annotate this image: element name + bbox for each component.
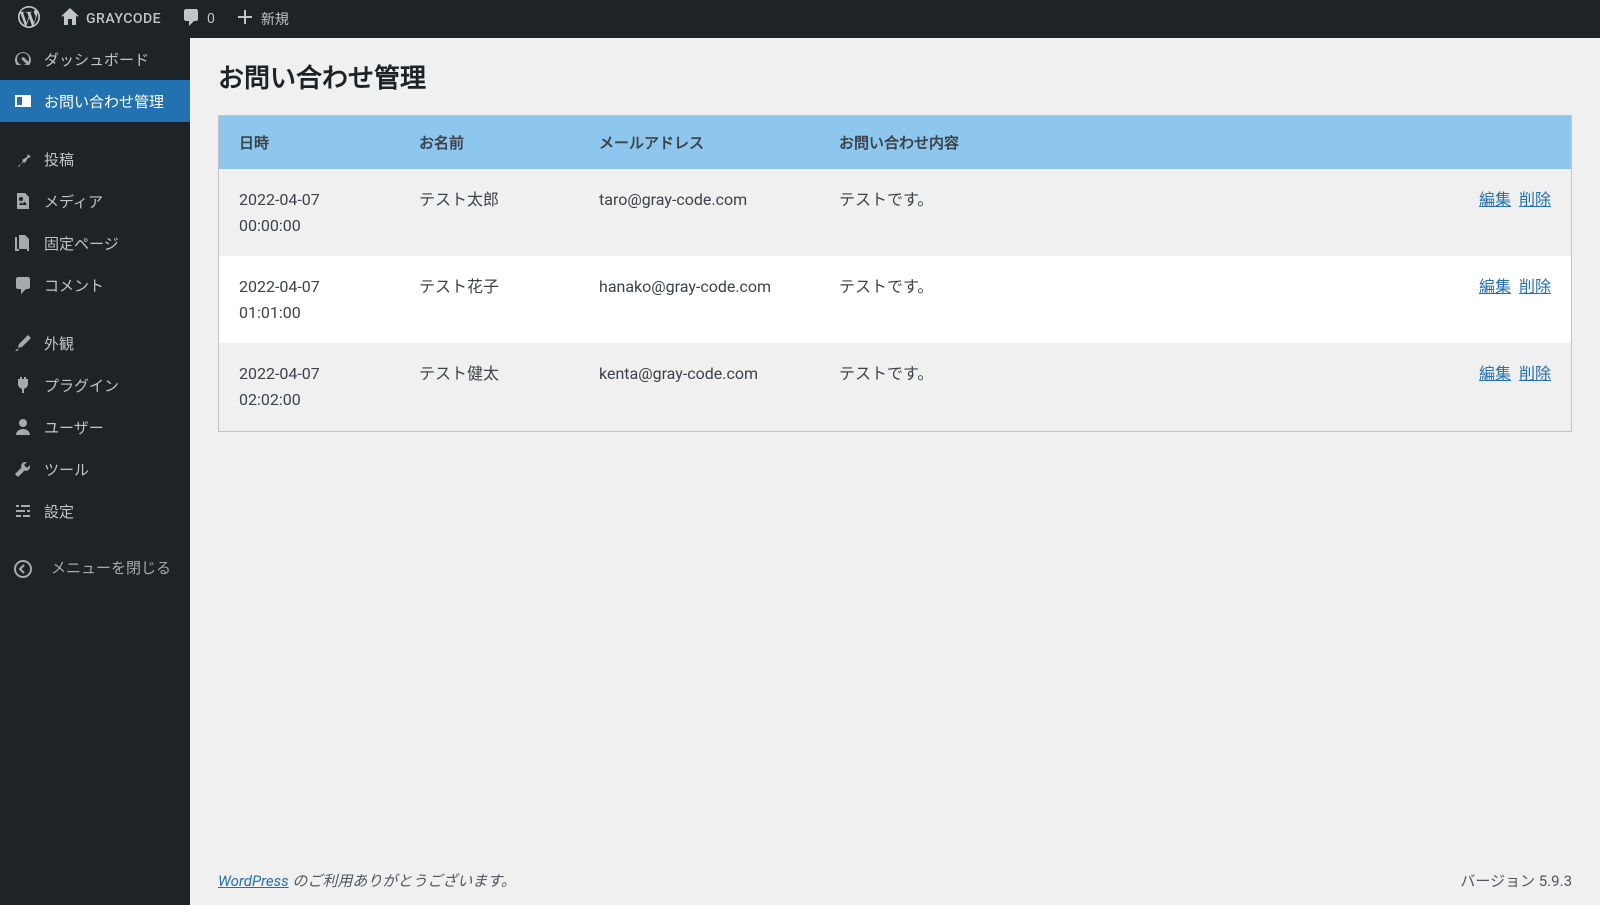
id-card-icon <box>12 90 34 112</box>
sidebar-item-label: メニューを閉じる <box>44 559 178 579</box>
plug-icon <box>12 374 34 396</box>
sliders-icon <box>12 500 34 522</box>
cell-name: テスト健太 <box>399 343 579 430</box>
cell-actions: 編集削除 <box>1411 343 1571 430</box>
comment-count: 0 <box>207 11 215 27</box>
sidebar-item-label: お問い合わせ管理 <box>44 91 164 112</box>
sidebar-item-label: 外観 <box>44 333 74 354</box>
admin-bar: GRAYCODE 0 新規 <box>0 0 1600 38</box>
wp-logo-menu[interactable] <box>8 0 50 38</box>
comment-bubble-icon <box>12 274 34 296</box>
plus-icon <box>235 7 255 31</box>
cell-email: kenta@gray-code.com <box>579 343 819 430</box>
cell-datetime: 2022-04-0700:00:00 <box>219 169 399 256</box>
user-icon <box>12 416 34 438</box>
main-content: お問い合わせ管理 日時 お名前 メールアドレス お問い合わせ内容 2022-04… <box>190 38 1600 905</box>
sidebar-item-tools[interactable]: ツール <box>0 448 190 490</box>
col-header-name: お名前 <box>399 116 579 169</box>
sidebar-item-comments[interactable]: コメント <box>0 264 190 306</box>
sidebar-collapse[interactable]: メニューを閉じる <box>0 548 190 590</box>
cell-actions: 編集削除 <box>1411 169 1571 256</box>
dashboard-icon <box>12 48 34 70</box>
cell-datetime: 2022-04-0701:01:00 <box>219 256 399 343</box>
wordpress-link[interactable]: WordPress <box>218 872 289 890</box>
sidebar-item-label: 固定ページ <box>44 233 119 254</box>
delete-link[interactable]: 削除 <box>1519 190 1551 209</box>
pin-icon <box>12 148 34 170</box>
new-label: 新規 <box>261 9 289 29</box>
delete-link[interactable]: 削除 <box>1519 277 1551 296</box>
cell-name: テスト太郎 <box>399 169 579 256</box>
wordpress-logo-icon <box>18 6 40 32</box>
wrench-icon <box>12 458 34 480</box>
footer-thanks-text: のご利用ありがとうございます。 <box>289 872 516 890</box>
edit-link[interactable]: 編集 <box>1479 364 1511 383</box>
sidebar-item-label: メディア <box>44 191 103 212</box>
sidebar-item-media[interactable]: メディア <box>0 180 190 222</box>
edit-link[interactable]: 編集 <box>1479 277 1511 296</box>
cell-content: テストです。 <box>819 256 1411 343</box>
sidebar-item-label: 投稿 <box>44 149 74 170</box>
sidebar-item-label: 設定 <box>44 501 74 522</box>
col-header-email: メールアドレス <box>579 116 819 169</box>
sidebar-item-label: ユーザー <box>44 417 104 438</box>
sidebar-item-label: ダッシュボード <box>44 49 149 70</box>
cell-email: taro@gray-code.com <box>579 169 819 256</box>
sidebar-item-inquiries[interactable]: お問い合わせ管理 <box>0 80 190 122</box>
admin-sidebar: ダッシュボード お問い合わせ管理 投稿 メディア 固定ページ コメント 外観 <box>0 38 190 905</box>
comments-link[interactable]: 0 <box>171 0 225 38</box>
edit-link[interactable]: 編集 <box>1479 190 1511 209</box>
table-row: 2022-04-0701:01:00テスト花子hanako@gray-code.… <box>219 256 1571 343</box>
inquiry-table: 日時 お名前 メールアドレス お問い合わせ内容 2022-04-0700:00:… <box>218 115 1572 432</box>
cell-datetime: 2022-04-0702:02:00 <box>219 343 399 430</box>
sidebar-item-settings[interactable]: 設定 <box>0 490 190 532</box>
sidebar-item-appearance[interactable]: 外観 <box>0 322 190 364</box>
footer-thanks: WordPress のご利用ありがとうございます。 <box>218 870 516 891</box>
sidebar-item-dashboard[interactable]: ダッシュボード <box>0 38 190 80</box>
site-name-link[interactable]: GRAYCODE <box>50 0 171 38</box>
page-title: お問い合わせ管理 <box>218 58 1572 95</box>
home-icon <box>60 7 80 31</box>
cell-content: テストです。 <box>819 343 1411 430</box>
cell-content: テストです。 <box>819 169 1411 256</box>
sidebar-item-plugins[interactable]: プラグイン <box>0 364 190 406</box>
sidebar-item-label: プラグイン <box>44 375 119 396</box>
sidebar-item-label: コメント <box>44 275 104 296</box>
site-name-label: GRAYCODE <box>86 11 161 27</box>
page-icon <box>12 232 34 254</box>
admin-footer: WordPress のご利用ありがとうございます。 バージョン 5.9.3 <box>218 870 1572 891</box>
col-header-actions <box>1411 116 1571 169</box>
sidebar-item-posts[interactable]: 投稿 <box>0 138 190 180</box>
table-row: 2022-04-0700:00:00テスト太郎taro@gray-code.co… <box>219 169 1571 256</box>
table-header-row: 日時 お名前 メールアドレス お問い合わせ内容 <box>219 116 1571 169</box>
cell-email: hanako@gray-code.com <box>579 256 819 343</box>
cell-actions: 編集削除 <box>1411 256 1571 343</box>
col-header-datetime: 日時 <box>219 116 399 169</box>
table-row: 2022-04-0702:02:00テスト健太kenta@gray-code.c… <box>219 343 1571 430</box>
cell-name: テスト花子 <box>399 256 579 343</box>
collapse-icon <box>12 558 34 580</box>
new-content-link[interactable]: 新規 <box>225 0 299 38</box>
media-icon <box>12 190 34 212</box>
footer-version: バージョン 5.9.3 <box>1460 870 1572 891</box>
comment-icon <box>181 7 201 31</box>
sidebar-item-label: ツール <box>44 459 89 480</box>
delete-link[interactable]: 削除 <box>1519 364 1551 383</box>
sidebar-item-users[interactable]: ユーザー <box>0 406 190 448</box>
brush-icon <box>12 332 34 354</box>
col-header-content: お問い合わせ内容 <box>819 116 1411 169</box>
sidebar-item-pages[interactable]: 固定ページ <box>0 222 190 264</box>
